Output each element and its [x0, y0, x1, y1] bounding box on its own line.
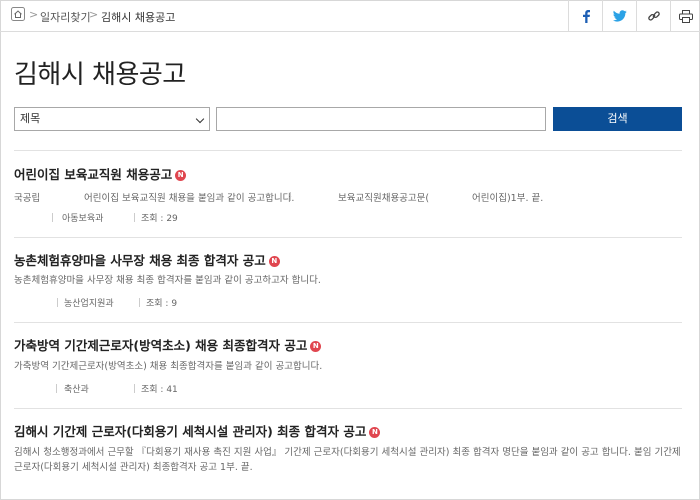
list-item-title-text: 농촌체험휴양마을 사무장 채용 최종 합격자 공고 — [14, 253, 266, 268]
list-item-department: 축산과 — [64, 385, 89, 395]
list-item-title-text: 가축방역 기간제근로자(방역초소) 채용 최종합격자 공고 — [14, 338, 308, 353]
list-item-department: 아동보육과 — [62, 214, 104, 224]
search-field-select-value: 제목 — [20, 112, 41, 125]
list-item-title[interactable]: 어린이집 보육교직원 채용공고 N — [14, 164, 187, 183]
new-badge: N — [268, 256, 280, 267]
twitter-share-button[interactable] — [602, 0, 636, 32]
list-item-title-text: 어린이집 보육교직원 채용공고 — [14, 167, 173, 182]
list-item-views: 조회 : 29 — [141, 214, 178, 224]
divider — [14, 237, 682, 238]
link-icon — [647, 11, 660, 21]
breadcrumb-separator: > — [29, 8, 39, 21]
top-bar: > 일자리찾기 > 김해시 채용공고 — [0, 0, 700, 32]
new-badge: N — [175, 170, 187, 181]
list-item-title[interactable]: 김해시 기간제 근로자(다회용기 세척시설 관리자) 최종 합격자 공고 N — [14, 421, 381, 440]
list-item-body-part: 보육교직원채용공고문( — [338, 193, 430, 204]
list-item-body: 김해시 청소행정과에서 근무할 『다회용기 재사용 촉진 지원 사업』 기간제 … — [14, 447, 681, 473]
list-item-title[interactable]: 가축방역 기간제근로자(방역초소) 채용 최종합격자 공고 N — [14, 335, 322, 354]
home-icon[interactable] — [11, 7, 25, 21]
print-icon — [678, 9, 693, 23]
list-item-body-part: 국공립 — [14, 193, 41, 204]
twitter-icon — [612, 10, 627, 22]
facebook-share-button[interactable] — [568, 0, 602, 32]
separator — [56, 384, 57, 393]
separator — [57, 298, 58, 307]
list-item-views: 조회 : 41 — [141, 385, 178, 395]
list-item-body: 가축방역 기간제근로자(방역초소) 채용 최종합격자를 붙임과 같이 공고합니다… — [14, 361, 323, 372]
search-input[interactable] — [216, 107, 546, 131]
new-badge: N — [310, 341, 322, 352]
breadcrumb-item-current[interactable]: 김해시 채용공고 — [101, 9, 175, 25]
breadcrumb-separator: > — [89, 8, 99, 21]
separator — [139, 298, 140, 307]
new-badge: N — [369, 427, 381, 438]
list-item-views: 조회 : 9 — [146, 299, 178, 309]
search-field-select[interactable]: 제목 — [14, 107, 210, 131]
separator — [134, 213, 135, 222]
link-copy-button[interactable] — [636, 0, 670, 32]
breadcrumb-item-jobs[interactable]: 일자리찾기 — [40, 9, 91, 25]
list-item-body-part: 어린이집 보육교직원 채용을 붙임과 같이 공고합니다. — [84, 193, 295, 204]
search-button[interactable]: 검색 — [553, 107, 682, 131]
chevron-down-icon — [195, 114, 205, 124]
divider — [14, 150, 682, 151]
divider — [14, 408, 682, 409]
separator — [52, 213, 53, 222]
separator — [290, 192, 291, 201]
print-button[interactable] — [670, 0, 700, 32]
list-item-title[interactable]: 농촌체험휴양마을 사무장 채용 최종 합격자 공고 N — [14, 250, 280, 269]
list-item-body: 농촌체험휴양마을 사무장 채용 최종 합격자를 붙임과 같이 공고하고자 합니다… — [14, 275, 321, 286]
facebook-icon — [582, 10, 590, 23]
list-item-department: 농산업지원과 — [64, 299, 114, 309]
page-title: 김해시 채용공고 — [14, 60, 186, 90]
list-item-title-text: 김해시 기간제 근로자(다회용기 세척시설 관리자) 최종 합격자 공고 — [14, 424, 367, 439]
separator — [134, 384, 135, 393]
list-item-body-part: 어린이집)1부. 끝. — [472, 193, 544, 204]
divider — [14, 322, 682, 323]
